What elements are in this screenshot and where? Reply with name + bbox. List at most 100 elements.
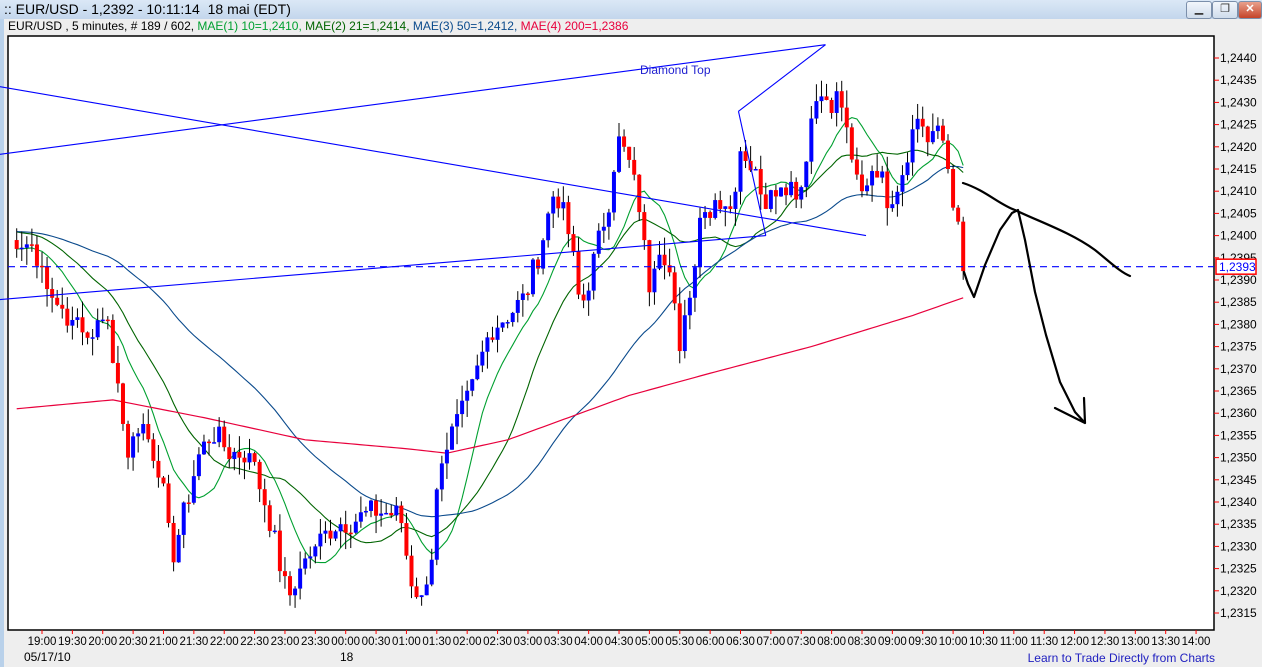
candle-body-down [60, 304, 65, 309]
candle-body-up [905, 162, 910, 176]
x-tick-label: 21:30 [179, 636, 208, 648]
candle-body-down [961, 221, 966, 272]
price-chart[interactable]: 1,2440 1,2435 1,2430 1,2425 1,2420 1,2415 1,24… [0, 0, 1262, 667]
y-tick-label: 1,2325 [1220, 562, 1257, 576]
candle-body-up [591, 253, 596, 291]
date-start-label: 05/17/10 [24, 650, 71, 664]
candle-body-up [834, 91, 839, 113]
candle-body-up [338, 524, 343, 532]
x-tick-label: 05:30 [665, 636, 694, 648]
candle-body-down [672, 272, 677, 304]
candle-body-down [525, 293, 530, 295]
candle-body-up [379, 513, 384, 516]
candle-body-up [429, 559, 434, 585]
candle-body-up [753, 169, 758, 171]
candle-body-up [363, 510, 368, 513]
candle-body-down [126, 423, 131, 458]
candle-body-down [859, 174, 864, 192]
candle-body-up [75, 317, 80, 320]
candle-body-up [601, 226, 606, 231]
candle-body-up [530, 259, 535, 295]
candle-body-down [227, 447, 232, 460]
candle-body-up [333, 531, 338, 539]
candle-body-up [308, 556, 313, 559]
candle-body-down [399, 505, 404, 524]
candle-body-down [348, 532, 353, 535]
candle-body-down [156, 460, 161, 478]
candle-body-up [303, 558, 308, 569]
candle-body-up [70, 319, 75, 326]
y-tick-label: 1,2430 [1220, 95, 1257, 109]
candle-body-down [34, 244, 39, 266]
candle-body-up [460, 400, 465, 415]
y-tick-label: 1,2350 [1220, 451, 1257, 465]
candle [849, 123, 854, 163]
candle-body-down [622, 136, 627, 147]
candle-body-up [768, 190, 773, 209]
candle-body-down [222, 426, 227, 448]
candle-body-down [115, 362, 120, 384]
candle-body-down [490, 337, 495, 340]
candle [449, 423, 454, 450]
x-tick-label: 19:30 [58, 636, 87, 648]
candle-body-up [419, 595, 424, 598]
candle-body-down [14, 240, 19, 249]
x-tick-label: 10:00 [939, 636, 968, 648]
y-tick-label: 1,2420 [1220, 140, 1257, 154]
x-tick-label: 04:30 [605, 636, 634, 648]
x-tick-label: 10:30 [969, 636, 998, 648]
candle-body-up [819, 96, 824, 102]
candle-body-down [389, 512, 394, 516]
x-tick-label: 20:00 [88, 636, 117, 648]
candle-body-up [546, 213, 551, 241]
candle-body-up [470, 379, 475, 391]
candle-body-up [358, 512, 363, 522]
y-tick-label: 1,2435 [1220, 73, 1257, 87]
candle-body-up [247, 453, 252, 463]
candle-body-down [794, 181, 799, 200]
candle-body-up [520, 293, 525, 300]
candle-body-up [495, 327, 500, 340]
y-tick-label: 1,2385 [1220, 295, 1257, 309]
x-axis: 19:00 19:30 20:00 20:30 21:00 21:30 22:00 22:30… [28, 630, 1210, 648]
candle-body-up [703, 212, 708, 218]
candle-body-down [784, 187, 789, 196]
candle-body-up [100, 319, 105, 322]
candle-body-down [288, 576, 293, 596]
candle-body-up [95, 320, 100, 338]
x-tick-label: 23:30 [301, 636, 330, 648]
candle-body-up [232, 451, 237, 460]
candle-body-down [50, 289, 55, 298]
candle-body-down [242, 457, 247, 463]
candle-body-down [120, 383, 125, 424]
learn-to-trade-link[interactable]: Learn to Trade Directly from Charts [1028, 651, 1215, 665]
candle-body-down [773, 190, 778, 197]
candle [778, 187, 783, 197]
candle-body-down [151, 439, 156, 461]
x-tick-label: 00:00 [331, 636, 360, 648]
candle-body-up [323, 530, 328, 534]
candle-body-up [298, 568, 303, 589]
candle-body-down [758, 169, 763, 195]
y-tick-label: 1,2380 [1220, 317, 1257, 331]
candle-body-down [257, 461, 262, 490]
candle-body-up [915, 118, 920, 130]
y-tick-label: 1,2400 [1220, 229, 1257, 243]
x-tick-label: 13:00 [1121, 636, 1150, 648]
y-tick-label: 1,2315 [1220, 606, 1257, 620]
candle-body-up [596, 230, 601, 254]
candle-body-down [728, 206, 733, 209]
candle-body-up [865, 185, 870, 192]
candle-body-up [687, 297, 692, 316]
x-tick-label: 04:00 [574, 636, 603, 648]
x-tick-label: 12:00 [1060, 636, 1089, 648]
candle-body-down [829, 100, 834, 113]
candle-body-up [733, 191, 738, 209]
candle-body-up [141, 424, 146, 434]
y-tick-label: 1,2340 [1220, 495, 1257, 509]
candle-body-up [24, 244, 29, 248]
candle-body-down [839, 91, 844, 108]
x-tick-label: 07:30 [787, 636, 816, 648]
candle-body-up [465, 390, 470, 401]
candle-body-up [606, 212, 611, 227]
